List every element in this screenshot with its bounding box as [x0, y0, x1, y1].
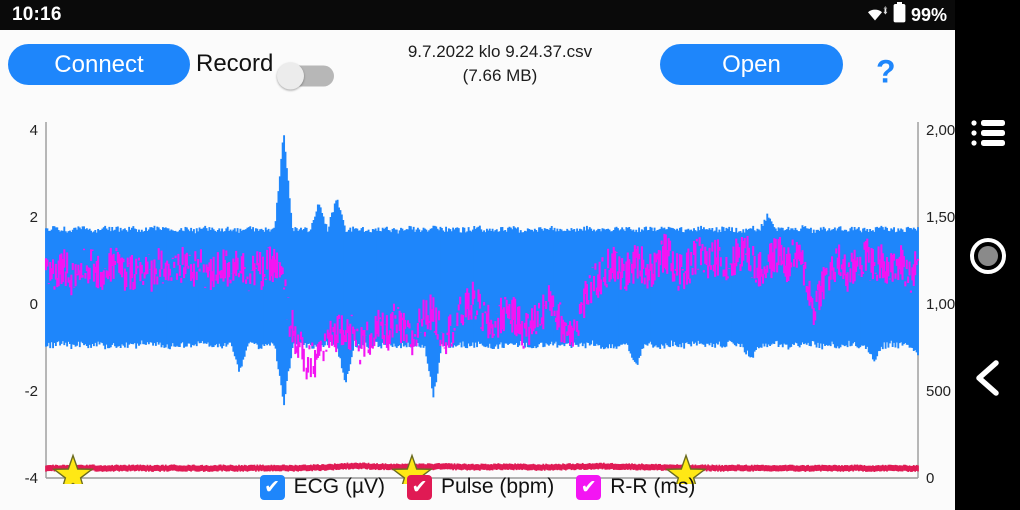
status-bar: 10:16 99%: [0, 0, 955, 30]
svg-text:500: 500: [926, 383, 951, 400]
record-label: Record: [196, 50, 274, 77]
legend-ecg-label: ECG (µV): [293, 475, 386, 498]
legend-pulse[interactable]: ✔ Pulse (bpm): [407, 474, 555, 500]
record-toggle-thumb: [277, 62, 304, 90]
list-icon[interactable]: [970, 118, 1005, 148]
status-icons: 99%: [866, 2, 947, 28]
connect-button[interactable]: Connect: [8, 44, 190, 85]
legend-pulse-label: Pulse (bpm): [441, 475, 555, 498]
legend-ecg[interactable]: ✔ ECG (µV): [259, 474, 386, 500]
file-name: 9.7.2022 klo 9.24.37.csv: [407, 42, 593, 61]
legend-rr-label: R-R (ms): [610, 475, 696, 498]
toolbar: Connect Record 9.7.2022 klo 9.24.37.csv …: [0, 30, 955, 92]
legend-rr[interactable]: ✔ R-R (ms): [576, 474, 696, 500]
screen: 10:16 99% Connect Record 9.7.2022 klo 9.…: [0, 0, 1020, 510]
android-nav-bar: [955, 0, 1020, 510]
legend-pulse-checkbox[interactable]: ✔: [407, 474, 433, 500]
open-button[interactable]: Open: [660, 44, 843, 85]
svg-text:2,000: 2,000: [926, 122, 955, 139]
record-toggle[interactable]: [277, 62, 334, 90]
battery-percent: 99%: [910, 4, 947, 25]
wifi-icon: [866, 4, 888, 27]
svg-text:2: 2: [30, 209, 38, 226]
file-size: (7.66 MB): [462, 66, 538, 85]
battery-icon: [893, 2, 906, 28]
svg-text:0: 0: [30, 296, 38, 313]
help-button[interactable]: ?: [876, 54, 896, 91]
svg-text:4: 4: [30, 122, 38, 139]
chart-area[interactable]: 420-2-42,0001,5001,000500009:35:0009:43:…: [0, 92, 955, 510]
svg-text:1,500: 1,500: [926, 209, 955, 226]
svg-text:1,000: 1,000: [926, 296, 955, 313]
app-content: Connect Record 9.7.2022 klo 9.24.37.csv …: [0, 30, 955, 510]
chart-svg: 420-2-42,0001,5001,000500009:35:0009:43:…: [25, 122, 955, 484]
status-clock: 10:16: [12, 4, 62, 25]
back-chevron-icon[interactable]: [971, 358, 1005, 398]
legend-ecg-checkbox[interactable]: ✔: [259, 474, 285, 500]
home-circle-icon[interactable]: [969, 238, 1006, 274]
legend-rr-checkbox[interactable]: ✔: [576, 474, 602, 500]
file-info: 9.7.2022 klo 9.24.37.csv (7.66 MB): [350, 40, 650, 88]
svg-text:-2: -2: [25, 383, 38, 400]
chart-legend: ✔ ECG (µV) ✔ Pulse (bpm) ✔ R-R (ms): [0, 470, 955, 504]
